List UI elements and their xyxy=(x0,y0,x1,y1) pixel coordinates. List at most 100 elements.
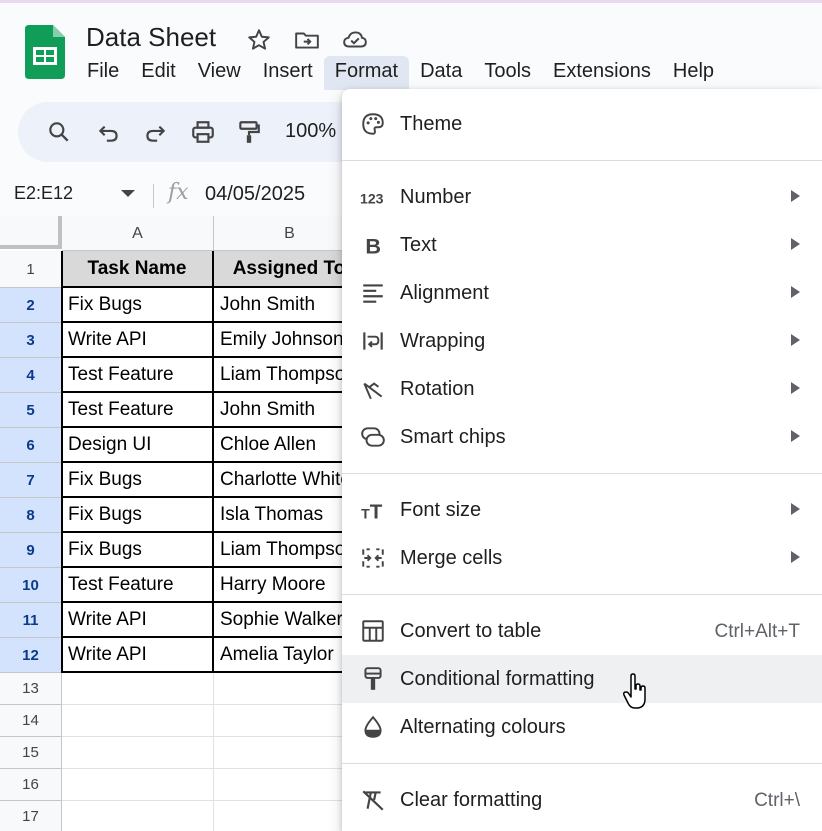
menu-item-label: Merge cells xyxy=(400,547,503,569)
empty-cell[interactable] xyxy=(62,737,214,769)
search-icon[interactable] xyxy=(46,119,72,145)
cloud-saved-icon[interactable] xyxy=(342,27,368,53)
assignee-cell[interactable]: Chloe Allen xyxy=(214,428,342,463)
print-icon[interactable] xyxy=(190,119,216,145)
row-header[interactable]: 1 xyxy=(0,251,62,288)
task-cell[interactable]: Write API xyxy=(62,323,214,358)
menu-format[interactable]: Format xyxy=(323,56,410,90)
menu-data[interactable]: Data xyxy=(409,56,473,90)
assignee-cell[interactable]: Harry Moore xyxy=(214,568,342,603)
redo-icon[interactable] xyxy=(142,119,168,145)
empty-cell[interactable] xyxy=(214,737,342,769)
menu-item-font-size[interactable]: T T Font size xyxy=(342,486,822,534)
assignee-cell[interactable]: Amelia Taylor xyxy=(214,638,342,673)
row-header[interactable]: 2 xyxy=(0,288,62,323)
column-header-a[interactable]: A xyxy=(62,216,214,251)
chevron-down-icon[interactable] xyxy=(121,190,135,197)
empty-cell[interactable] xyxy=(62,801,214,831)
move-folder-icon[interactable] xyxy=(294,27,320,53)
row-header[interactable]: 6 xyxy=(0,428,62,463)
task-cell[interactable]: Test Feature xyxy=(62,393,214,428)
select-all-corner[interactable] xyxy=(0,216,62,249)
menu-item-wrapping[interactable]: Wrapping xyxy=(342,317,822,365)
task-cell[interactable]: Fix Bugs xyxy=(62,463,214,498)
task-cell[interactable]: Fix Bugs xyxy=(62,288,214,323)
empty-cell[interactable] xyxy=(214,801,342,831)
row-header[interactable]: 15 xyxy=(0,737,62,769)
empty-cell[interactable] xyxy=(214,673,342,705)
row-header[interactable]: 9 xyxy=(0,533,62,568)
task-cell[interactable]: Design UI xyxy=(62,428,214,463)
menu-edit[interactable]: Edit xyxy=(130,56,186,90)
name-box[interactable]: E2:E12 xyxy=(14,183,73,204)
task-cell[interactable]: Fix Bugs xyxy=(62,498,214,533)
menu-item-convert-to-table[interactable]: Convert to table Ctrl+Alt+T xyxy=(342,607,822,655)
empty-cell[interactable] xyxy=(214,705,342,737)
menu-item-theme[interactable]: Theme xyxy=(342,100,822,148)
assignee-cell[interactable]: Emily Johnson xyxy=(214,323,342,358)
formula-separator xyxy=(153,184,154,208)
spreadsheet-grid[interactable]: A B 1 Task Name Assigned To 2 Fix Bugs John S… xyxy=(0,216,342,831)
menu-item-number[interactable]: 123 Number xyxy=(342,173,822,221)
menu-insert[interactable]: Insert xyxy=(252,56,324,90)
zoom-level[interactable]: 100% xyxy=(285,120,336,143)
row-header[interactable]: 3 xyxy=(0,323,62,358)
row-header[interactable]: 7 xyxy=(0,463,62,498)
header-cell[interactable]: Task Name xyxy=(62,251,214,288)
assignee-cell[interactable]: John Smith xyxy=(214,288,342,323)
task-cell[interactable]: Test Feature xyxy=(62,568,214,603)
row-header[interactable]: 4 xyxy=(0,358,62,393)
task-cell[interactable]: Test Feature xyxy=(62,358,214,393)
drop-icon xyxy=(364,715,382,738)
row-header[interactable]: 10 xyxy=(0,568,62,603)
row-header[interactable]: 16 xyxy=(0,769,62,801)
row-header[interactable]: 11 xyxy=(0,603,62,638)
formula-input[interactable]: 04/05/2025 xyxy=(205,183,305,206)
row-header[interactable]: 14 xyxy=(0,705,62,737)
empty-cell[interactable] xyxy=(62,769,214,801)
menu-item-clear-formatting[interactable]: Clear formatting Ctrl+\ xyxy=(342,776,822,824)
row-header[interactable]: 17 xyxy=(0,801,62,831)
header-cell[interactable]: Assigned To xyxy=(214,251,342,288)
assignee-cell[interactable]: Liam Thompson xyxy=(214,358,342,393)
merge-icon xyxy=(362,548,384,568)
assignee-cell[interactable]: Charlotte White xyxy=(214,463,342,498)
assignee-cell[interactable]: Liam Thompson xyxy=(214,533,342,568)
submenu-arrow-icon xyxy=(791,551,800,563)
menu-bar: File Edit View Insert Format Data Tools … xyxy=(76,56,725,90)
task-cell[interactable]: Write API xyxy=(62,638,214,673)
menu-item-conditional-formatting[interactable]: Conditional formatting xyxy=(342,655,822,703)
menu-item-smart-chips[interactable]: Smart chips xyxy=(342,413,822,461)
row-header[interactable]: 12 xyxy=(0,638,62,673)
menu-item-text[interactable]: B Text xyxy=(342,221,822,269)
undo-icon[interactable] xyxy=(96,119,122,145)
svg-text:123: 123 xyxy=(360,191,384,207)
menu-item-alternating-colours[interactable]: Alternating colours xyxy=(342,703,822,751)
task-cell[interactable]: Write API xyxy=(62,603,214,638)
menu-tools[interactable]: Tools xyxy=(473,56,542,90)
assignee-cell[interactable]: Isla Thomas xyxy=(214,498,342,533)
column-header-b[interactable]: B xyxy=(214,216,342,251)
row-header[interactable]: 5 xyxy=(0,393,62,428)
menu-item-rotation[interactable]: Rotation xyxy=(342,365,822,413)
empty-cell[interactable] xyxy=(214,769,342,801)
star-icon[interactable] xyxy=(246,27,272,53)
row-header[interactable]: 13 xyxy=(0,673,62,705)
menu-view[interactable]: View xyxy=(187,56,252,90)
assignee-cell[interactable]: Sophie Walker xyxy=(214,603,342,638)
sheets-logo-icon[interactable] xyxy=(25,25,65,79)
menu-item-merge-cells[interactable]: Merge cells xyxy=(342,534,822,582)
menu-extensions[interactable]: Extensions xyxy=(542,56,662,90)
document-title[interactable]: Data Sheet xyxy=(86,22,216,53)
assignee-cell[interactable]: John Smith xyxy=(214,393,342,428)
menu-item-alignment[interactable]: Alignment xyxy=(342,269,822,317)
menu-help[interactable]: Help xyxy=(662,56,725,90)
row-header[interactable]: 8 xyxy=(0,498,62,533)
task-cell[interactable]: Fix Bugs xyxy=(62,533,214,568)
window-top-edge xyxy=(0,0,822,3)
menu-file[interactable]: File xyxy=(76,56,130,90)
paint-format-icon[interactable] xyxy=(236,119,262,145)
empty-cell[interactable] xyxy=(62,705,214,737)
empty-cell[interactable] xyxy=(62,673,214,705)
menu-item-shortcut: Ctrl+\ xyxy=(754,790,800,811)
